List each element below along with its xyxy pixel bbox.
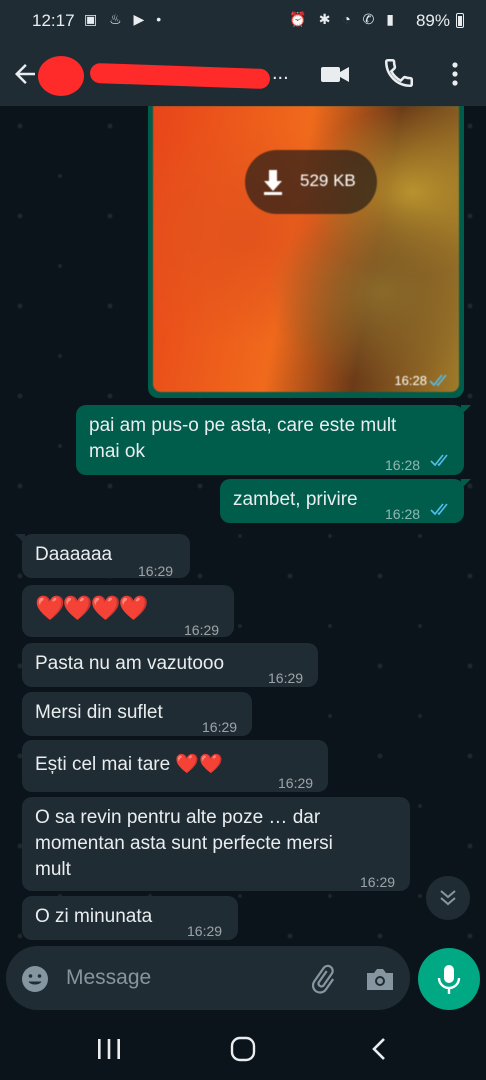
- message-bubble-outgoing[interactable]: zambet, privire 16:28: [220, 479, 471, 523]
- emoji-icon[interactable]: [20, 964, 50, 994]
- back-icon[interactable]: [368, 1036, 390, 1062]
- message-time: 16:29: [202, 719, 238, 735]
- message-time: 16:29: [278, 775, 314, 791]
- message-bubble-incoming[interactable]: Mersi din suflet 16:29: [22, 692, 252, 736]
- message-text: Mersi din suflet: [35, 702, 163, 723]
- message-bubble-incoming[interactable]: Pasta nu am vazutooo 16:29: [22, 643, 318, 687]
- chat-header: ...: [0, 42, 486, 106]
- home-icon[interactable]: [230, 1036, 256, 1062]
- read-ticks-icon: [430, 454, 448, 467]
- message-bubble-incoming[interactable]: O sa revin pentru alte poze … dar moment…: [22, 797, 410, 891]
- system-nav-bar: [0, 1018, 486, 1080]
- message-composer[interactable]: [6, 946, 410, 1010]
- message-bubble-incoming[interactable]: Daaaaaa 16:29: [15, 534, 190, 579]
- message-text: ❤️❤️❤️❤️: [35, 595, 149, 622]
- message-text: Pasta nu am vazutooo: [35, 653, 225, 674]
- recent-apps-icon[interactable]: [96, 1038, 122, 1060]
- message-text: Daaaaaa: [35, 544, 113, 565]
- message-bubble-incoming[interactable]: O zi minunata 16:29: [22, 896, 238, 940]
- message-line: mai ok: [89, 441, 145, 462]
- message-bubble-outgoing[interactable]: pai am pus-o pe asta, care este mult mai…: [76, 405, 471, 475]
- message-line: O sa revin pentru alte poze … dar: [35, 807, 321, 828]
- message-time: 16:28: [385, 506, 421, 522]
- message-text: O sa revin pentru alte poze … dar moment…: [35, 805, 333, 883]
- read-ticks-icon: [430, 503, 448, 516]
- chat-area[interactable]: 529 KB 16:28 pai am pus-o pe asta, care …: [0, 106, 486, 942]
- message-text: zambet, privire: [233, 489, 358, 510]
- contact-name-redaction[interactable]: [89, 62, 271, 90]
- download-size: 529 KB: [300, 171, 356, 190]
- message-time: 16:29: [360, 874, 396, 890]
- message-text: Ești cel mai tare ❤️❤️: [35, 754, 223, 775]
- message-time: 16:29: [184, 622, 220, 638]
- paperclip-icon[interactable]: [308, 964, 336, 994]
- battery-percent: 89%: [415, 11, 450, 30]
- image-message[interactable]: 529 KB 16:28: [148, 106, 464, 398]
- message-line: pai am pus-o pe asta, care este mult: [89, 415, 397, 436]
- message-input[interactable]: [64, 960, 288, 996]
- system-status-icons: ⏰ ✱ ◔ ✆ ▮: [289, 11, 398, 27]
- status-bar: 12:17 ▣ ♨ ▶ • ⏰ ✱ ◔ ✆ ▮ 89%: [0, 0, 486, 42]
- message-time: 16:29: [268, 670, 304, 686]
- contact-name-ellipsis: ...: [272, 62, 289, 84]
- message-bubble-incoming[interactable]: ❤️❤️❤️❤️ 16:29: [22, 585, 234, 638]
- composer-bar: [0, 942, 486, 1018]
- double-chevron-down-icon: [440, 890, 456, 906]
- scroll-to-bottom-button[interactable]: [426, 876, 470, 920]
- more-vertical-icon[interactable]: [440, 56, 470, 92]
- message-text: pai am pus-o pe asta, care este mult mai…: [89, 413, 396, 465]
- message-time: 16:29: [138, 563, 174, 579]
- message-time: 16:28: [394, 373, 427, 388]
- status-time: 12:17: [32, 11, 75, 30]
- microphone-button[interactable]: [418, 948, 480, 1010]
- download-arrow-icon: [264, 170, 282, 195]
- microphone-icon: [437, 965, 461, 994]
- video-call-icon[interactable]: [318, 58, 352, 90]
- contact-avatar[interactable]: [38, 56, 84, 96]
- message-line: mult: [35, 859, 71, 880]
- message-line: momentan asta sunt perfecte mersi: [35, 833, 333, 854]
- download-button[interactable]: 529 KB: [245, 150, 377, 214]
- blurred-image-preview[interactable]: 529 KB 16:28: [153, 106, 459, 392]
- message-time: 16:28: [385, 457, 421, 473]
- message-bubble-incoming[interactable]: Ești cel mai tare ❤️❤️ 16:29: [22, 740, 328, 792]
- message-text: O zi minunata: [35, 906, 153, 927]
- notification-icons: ▣ ♨ ▶ •: [84, 11, 166, 27]
- phone-icon[interactable]: [382, 56, 416, 90]
- battery-icon: [456, 13, 464, 28]
- read-ticks-icon: [429, 374, 447, 387]
- camera-icon[interactable]: [364, 964, 396, 994]
- message-time: 16:29: [187, 923, 223, 939]
